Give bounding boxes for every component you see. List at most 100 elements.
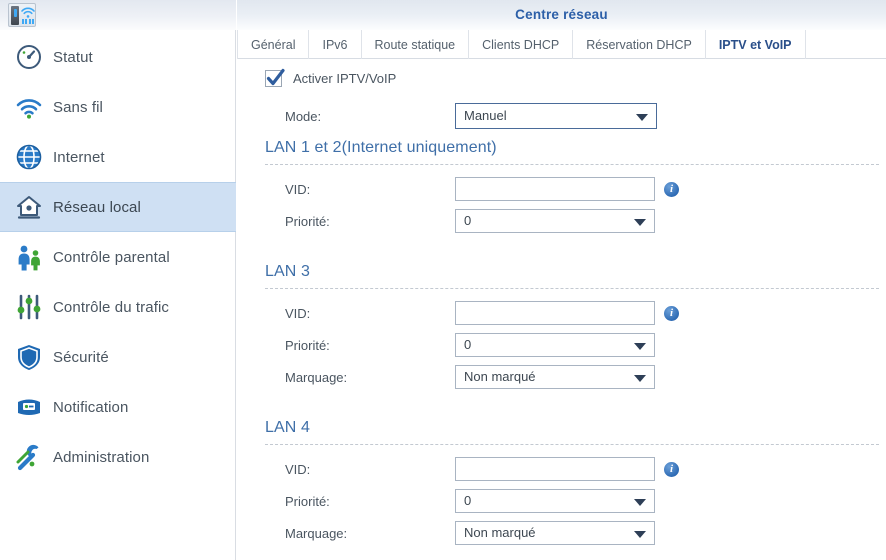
chevron-down-icon <box>634 219 646 226</box>
speedometer-icon <box>14 42 44 72</box>
wrench-icon <box>14 442 44 472</box>
tab-label: Clients DHCP <box>482 37 560 52</box>
sidebar-item-statut[interactable]: Statut <box>0 32 236 82</box>
mode-field-row: Mode: Manuel <box>265 103 886 129</box>
tab-label: IPTV et VoIP <box>718 37 792 52</box>
section-heading: LAN 1 et 2(Internet uniquement) <box>265 139 497 156</box>
marking-dropdown[interactable]: Non marqué <box>455 521 655 545</box>
sidebar-item-contr-le-parental[interactable]: Contrôle parental <box>0 232 236 282</box>
globe-icon <box>16 144 42 170</box>
tab-iptv-et-voip[interactable]: IPTV et VoIP <box>706 30 806 65</box>
priority-dropdown[interactable]: 0 <box>455 489 655 513</box>
vid-input[interactable] <box>455 177 655 201</box>
sidebar-nav-list: Statut Sans fil Internet Réseau local Contrô… <box>0 32 236 482</box>
priority-dropdown[interactable]: 0 <box>455 333 655 357</box>
parents-icon <box>18 245 40 271</box>
field-label: VID: <box>285 181 311 197</box>
sidebar-item-label: Sans fil <box>53 98 103 116</box>
tab-r-servation-dhcp[interactable]: Réservation DHCP <box>573 30 706 59</box>
sidebar-item-s-curit[interactable]: Sécurité <box>0 332 236 382</box>
globe-icon <box>14 142 44 172</box>
enable-iptv-voip-checkbox[interactable] <box>265 68 285 87</box>
info-icon[interactable]: i <box>664 305 679 321</box>
sidebar-item-label: Notification <box>53 398 129 416</box>
sidebar-item-internet[interactable]: Internet <box>0 132 236 182</box>
dropdown-value: Non marqué <box>464 369 536 384</box>
wifi-icon <box>16 99 42 119</box>
sidebar-item-label: Contrôle parental <box>53 248 170 266</box>
chevron-down-icon <box>634 375 646 382</box>
enable-iptv-voip-label: Activer IPTV/VoIP <box>293 71 397 86</box>
field-label: Priorité: <box>285 337 330 353</box>
tab-bar: Général IPv6 Route statique Clients DHCP Rés… <box>237 30 886 65</box>
network-center-window: Statut Sans fil Internet Réseau local Contrô… <box>0 0 886 560</box>
page-title: Centre réseau <box>515 7 608 22</box>
sidebar-item-sans-fil[interactable]: Sans fil <box>0 82 236 132</box>
sidebar-item-administration[interactable]: Administration <box>0 432 236 482</box>
priority-dropdown[interactable]: 0 <box>455 209 655 233</box>
vid-input[interactable] <box>455 457 655 481</box>
sidebar-item-label: Administration <box>53 448 150 466</box>
info-icon[interactable]: i <box>664 181 679 197</box>
wrench-icon <box>16 444 39 471</box>
sliders-icon <box>17 294 41 320</box>
field-row: Priorité: 0 <box>265 489 886 513</box>
iptv-voip-form: Activer IPTV/VoIP Mode: Manuel LAN 1 et … <box>237 59 886 560</box>
home-network-icon <box>17 196 41 219</box>
envelope-icon <box>18 399 40 415</box>
field-row: VID: i <box>265 177 886 201</box>
section-divider <box>265 164 879 165</box>
vid-input[interactable] <box>455 301 655 325</box>
tab-route-statique[interactable]: Route statique <box>362 30 470 59</box>
wifi-icon <box>14 92 44 122</box>
field-label: Priorité: <box>285 493 330 509</box>
field-row: VID: i <box>265 301 886 325</box>
field-label: Priorité: <box>285 213 330 229</box>
dropdown-value: Non marqué <box>464 525 536 540</box>
field-label: Marquage: <box>285 525 348 541</box>
field-row: Marquage: Non marqué <box>265 521 886 545</box>
sidebar: Statut Sans fil Internet Réseau local Contrô… <box>0 0 236 560</box>
sidebar-item-label: Statut <box>53 48 93 66</box>
sliders-icon <box>14 292 44 322</box>
shield-icon <box>14 342 44 372</box>
dropdown-value: 0 <box>464 337 472 352</box>
sidebar-item-notification[interactable]: Notification <box>0 382 236 432</box>
field-label: VID: <box>285 305 311 321</box>
enable-iptv-voip-checkbox-row[interactable]: Activer IPTV/VoIP <box>265 68 397 87</box>
tab-label: IPv6 <box>322 37 348 52</box>
parents-icon <box>14 242 44 272</box>
tab-clients-dhcp[interactable]: Clients DHCP <box>469 30 574 59</box>
tab-g-n-ral[interactable]: Général <box>237 30 310 59</box>
home-network-icon <box>14 192 44 222</box>
field-row: VID: i <box>265 457 886 481</box>
sidebar-item-contr-le-du-trafic[interactable]: Contrôle du trafic <box>0 282 236 332</box>
sidebar-item-label: Réseau local <box>53 198 141 216</box>
tab-label: Général <box>251 37 296 52</box>
tab-ipv6[interactable]: IPv6 <box>309 30 362 59</box>
marking-dropdown[interactable]: Non marqué <box>455 365 655 389</box>
envelope-icon <box>14 392 44 422</box>
tab-label: Réservation DHCP <box>586 37 692 52</box>
field-row: Priorité: 0 <box>265 209 886 233</box>
mode-dropdown[interactable]: Manuel <box>455 103 657 129</box>
sidebar-item-label: Sécurité <box>53 348 109 366</box>
shield-icon <box>18 345 40 370</box>
field-row: Priorité: 0 <box>265 333 886 357</box>
chevron-down-icon <box>636 114 648 121</box>
sidebar-item-label: Contrôle du trafic <box>53 298 170 316</box>
content-title-bar: Centre réseau <box>237 0 886 30</box>
info-icon[interactable]: i <box>664 461 679 477</box>
chevron-down-icon <box>634 499 646 506</box>
section-heading: LAN 4 <box>265 419 310 436</box>
sidebar-item-r-seau-local[interactable]: Réseau local <box>0 182 236 232</box>
dropdown-value: 0 <box>464 493 472 508</box>
field-row: Marquage: Non marqué <box>265 365 886 389</box>
section-heading: LAN 3 <box>265 263 310 280</box>
mode-label: Mode: <box>285 108 322 124</box>
sidebar-brand-bar <box>0 0 236 30</box>
dropdown-value: 0 <box>464 213 472 228</box>
chevron-down-icon <box>634 343 646 350</box>
field-label: Marquage: <box>285 369 348 385</box>
section-divider <box>265 288 879 289</box>
